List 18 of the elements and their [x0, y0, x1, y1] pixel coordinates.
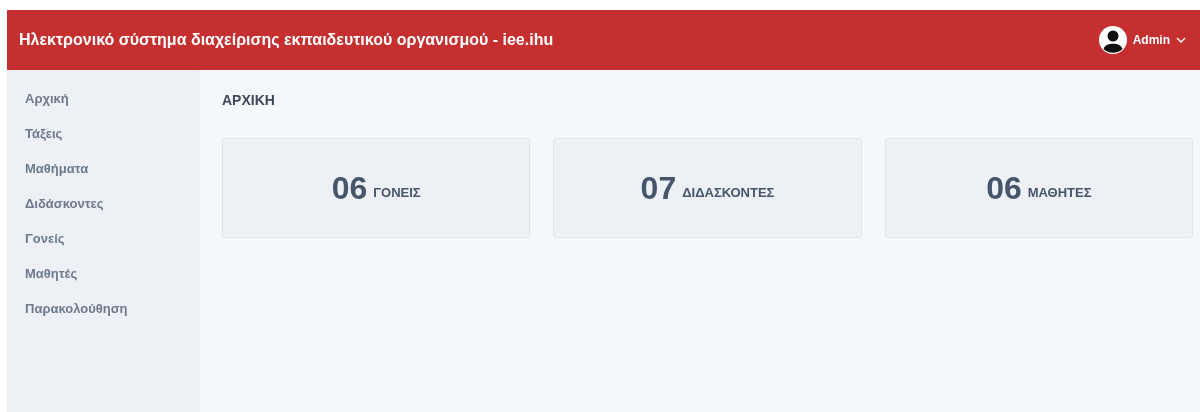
sidebar-item[interactable]: Αρχική [25, 88, 69, 109]
sidebar-item[interactable]: Μαθητές [25, 263, 78, 284]
stat-label: ΔΙΔΑΣΚΟΝΤΕΣ [682, 184, 775, 200]
stat-count: 07 [640, 169, 677, 207]
app-title: Ηλεκτρονικό σύστημα διαχείρισης εκπαιδευτικού οργανισμού - iee.ihu [19, 31, 554, 49]
stat-label: ΓΟΝΕΙΣ [373, 184, 421, 200]
sidebar-item[interactable]: Μαθήματα [25, 158, 89, 179]
stat-count: 06 [331, 169, 368, 207]
stat-count: 06 [986, 169, 1022, 207]
avatar-icon [1098, 26, 1127, 54]
chevron-down-icon [1176, 37, 1186, 43]
sidebar-item[interactable]: Διδάσκοντες [25, 193, 104, 214]
sidebar-item[interactable]: Τάξεις [25, 123, 63, 144]
page-title: ΑΡΧΙΚΗ [222, 92, 276, 108]
sidebar-item[interactable]: Γονείς [25, 228, 65, 249]
stat-label: ΜΑΘΗΤΕΣ [1027, 184, 1092, 200]
user-menu[interactable]: Admin [1098, 26, 1186, 54]
sidebar-item[interactable]: Παρακολούθηση [25, 298, 128, 319]
